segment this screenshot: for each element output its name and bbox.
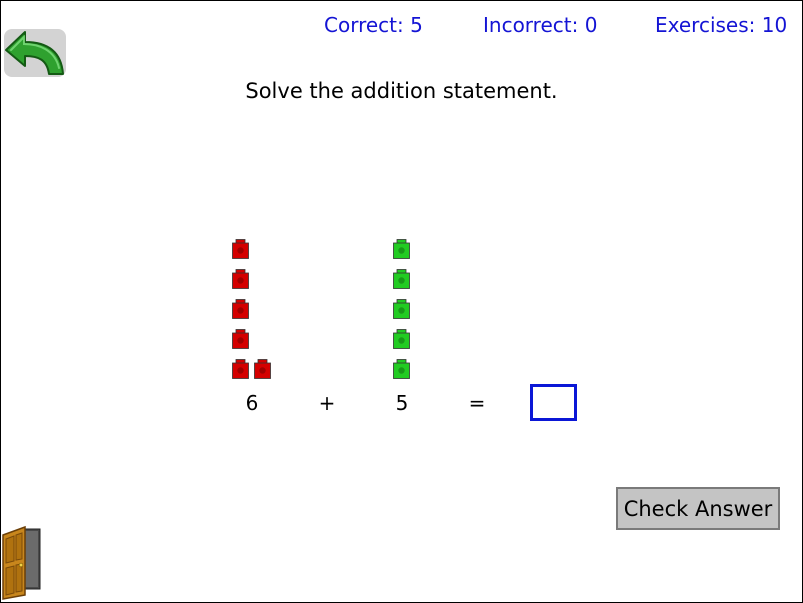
red-block (232, 359, 249, 379)
equals-sign: = (468, 391, 486, 415)
correct-count: Correct: 5 (324, 13, 423, 37)
red-block (254, 359, 271, 379)
incorrect-count: Incorrect: 0 (483, 13, 598, 37)
answer-input[interactable] (530, 384, 577, 421)
instruction-text: Solve the addition statement. (245, 79, 558, 103)
exit-button[interactable] (1, 525, 43, 602)
red-block (232, 239, 249, 259)
exercises-count: Exercises: 10 (655, 13, 788, 37)
green-block (393, 329, 410, 349)
green-block (393, 269, 410, 289)
door-icon (2, 525, 41, 600)
green-block (393, 239, 410, 259)
right-operand: 5 (395, 391, 409, 415)
green-block (393, 359, 410, 379)
game-window: Correct: 5 Incorrect: 0 Exercises: 10 So… (0, 0, 803, 603)
red-block (232, 299, 249, 319)
red-block (232, 329, 249, 349)
check-answer-button[interactable]: Check Answer (616, 487, 780, 530)
left-operand: 6 (245, 391, 259, 415)
back-button[interactable] (3, 28, 67, 78)
green-block (393, 299, 410, 319)
red-block (232, 269, 249, 289)
plus-sign: + (318, 391, 336, 415)
back-arrow-icon (4, 29, 66, 77)
